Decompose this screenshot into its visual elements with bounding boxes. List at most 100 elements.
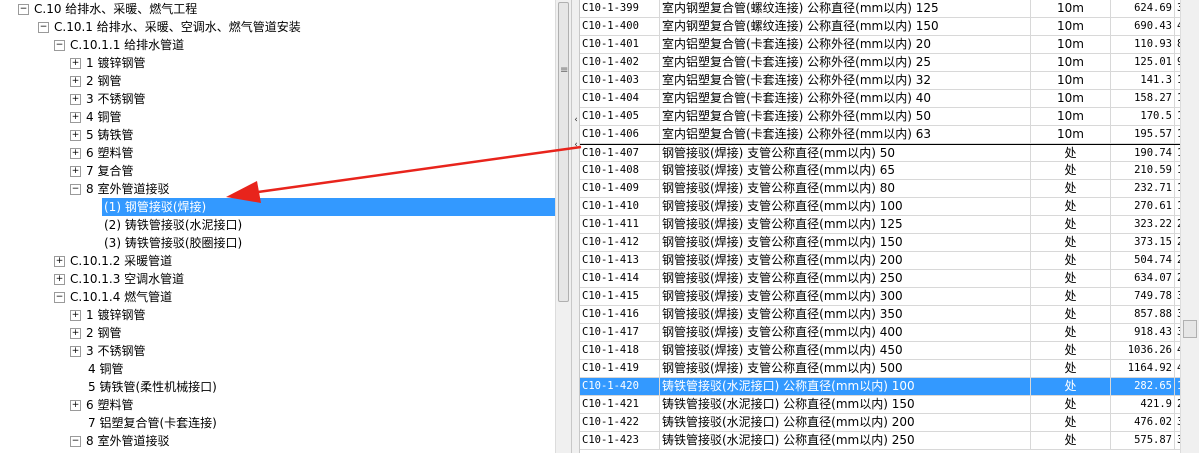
table-row[interactable]: C10-1-399 室内钢塑复合管(螺纹连接) 公称直径(mm以内) 125 10m… bbox=[580, 0, 1180, 18]
item-name-cell: 铸铁管接驳(水泥接口) 公称直径(mm以内) 150 bbox=[660, 396, 1031, 413]
quota-code-cell: C10-1-422 bbox=[580, 414, 660, 431]
price-cell: 210.59 bbox=[1111, 162, 1175, 179]
collapse-toggle-icon[interactable]: − bbox=[38, 22, 49, 33]
table-row[interactable]: C10-1-422 铸铁管接驳(水泥接口) 公称直径(mm以内) 200 处 476.… bbox=[580, 414, 1180, 432]
tree-node-c10-1-1[interactable]: − C.10.1.1 给排水管道 bbox=[0, 36, 555, 54]
tree-scrollbar[interactable]: ≡ bbox=[555, 0, 571, 453]
expand-toggle-icon[interactable]: + bbox=[70, 400, 81, 411]
tree-node-cast-iron-pipe[interactable]: +5 铸铁管 bbox=[0, 126, 555, 144]
tree-node-c10-1-4[interactable]: − C.10.1.4 燃气管道 bbox=[0, 288, 555, 306]
table-row[interactable]: C10-1-402 室内铝塑复合管(卡套连接) 公称外径(mm以内) 25 10m 1… bbox=[580, 54, 1180, 72]
collapse-toggle-icon[interactable]: − bbox=[54, 40, 65, 51]
unit-cell: 处 bbox=[1031, 162, 1111, 179]
table-row[interactable]: C10-1-408 钢管接驳(焊接) 支管公称直径(mm以内) 65 处 210.59… bbox=[580, 162, 1180, 180]
table-row[interactable]: C10-1-420 铸铁管接驳(水泥接口) 公称直径(mm以内) 100 处 282.… bbox=[580, 378, 1180, 396]
price-cell: 1036.26 bbox=[1111, 342, 1175, 359]
table-row[interactable]: C10-1-421 铸铁管接驳(水泥接口) 公称直径(mm以内) 150 处 421.… bbox=[580, 396, 1180, 414]
table-row[interactable]: C10-1-400 室内钢塑复合管(螺纹连接) 公称直径(mm以内) 150 10m… bbox=[580, 18, 1180, 36]
quota-items-grid[interactable]: C10-1-399 室内钢塑复合管(螺纹连接) 公称直径(mm以内) 125 10m… bbox=[580, 0, 1180, 453]
expand-toggle-icon[interactable]: + bbox=[70, 166, 81, 177]
quota-code-cell: C10-1-407 bbox=[580, 145, 660, 162]
chevron-left-icon[interactable]: ‹ bbox=[572, 140, 580, 150]
table-row[interactable]: C10-1-415 钢管接驳(焊接) 支管公称直径(mm以内) 300 处 749.7… bbox=[580, 288, 1180, 306]
expand-toggle-icon[interactable]: + bbox=[70, 58, 81, 69]
tree-node-gas-galvanized[interactable]: +1 镀锌钢管 bbox=[0, 306, 555, 324]
table-row[interactable]: C10-1-423 铸铁管接驳(水泥接口) 公称直径(mm以内) 250 处 575.… bbox=[580, 432, 1180, 450]
table-row[interactable]: C10-1-412 钢管接驳(焊接) 支管公称直径(mm以内) 150 处 373.1… bbox=[580, 234, 1180, 252]
tree-node-plastic-pipe[interactable]: +6 塑料管 bbox=[0, 144, 555, 162]
unit-cell: 10m bbox=[1031, 18, 1111, 35]
tree-node-steel-welded[interactable]: (1) 钢管接驳(焊接) bbox=[0, 198, 555, 216]
tree-node-copper-pipe[interactable]: +4 铜管 bbox=[0, 108, 555, 126]
table-row[interactable]: C10-1-419 钢管接驳(焊接) 支管公称直径(mm以内) 500 处 1164.… bbox=[580, 360, 1180, 378]
tree-node-gas-al-plastic[interactable]: 7 铝塑复合管(卡套连接) bbox=[0, 414, 555, 432]
tree-node-c10[interactable]: − C.10 给排水、采暖、燃气工程 bbox=[0, 0, 555, 18]
table-row[interactable]: C10-1-409 钢管接驳(焊接) 支管公称直径(mm以内) 80 处 232.71… bbox=[580, 180, 1180, 198]
price-cell: 918.43 bbox=[1111, 324, 1175, 341]
expand-toggle-icon[interactable]: + bbox=[70, 76, 81, 87]
tree-node-gas-plastic[interactable]: +6 塑料管 bbox=[0, 396, 555, 414]
table-row[interactable]: C10-1-406 室内铝塑复合管(卡套连接) 公称外径(mm以内) 63 10m 1… bbox=[580, 126, 1180, 144]
tree-node-gas-steel[interactable]: +2 钢管 bbox=[0, 324, 555, 342]
tree-node-c10-1-3[interactable]: + C.10.1.3 空调水管道 bbox=[0, 270, 555, 288]
tree-scrollbar-thumb[interactable]: ≡ bbox=[558, 2, 569, 302]
item-name-cell: 钢管接驳(焊接) 支管公称直径(mm以内) 450 bbox=[660, 342, 1031, 359]
collapse-toggle-icon[interactable]: − bbox=[70, 184, 81, 195]
expand-toggle-icon[interactable]: + bbox=[70, 112, 81, 123]
collapse-toggle-icon[interactable]: − bbox=[70, 436, 81, 447]
item-name-cell: 钢管接驳(焊接) 支管公称直径(mm以内) 150 bbox=[660, 234, 1031, 251]
expand-toggle-icon[interactable]: + bbox=[70, 346, 81, 357]
expand-toggle-icon[interactable]: + bbox=[54, 256, 65, 267]
quota-code-cell: C10-1-412 bbox=[580, 234, 660, 251]
tree-node-composite-pipe[interactable]: +7 复合管 bbox=[0, 162, 555, 180]
quota-code-cell: C10-1-406 bbox=[580, 126, 660, 143]
expand-toggle-icon[interactable]: + bbox=[70, 148, 81, 159]
tree-node-label: 8 室外管道接驳 bbox=[86, 182, 170, 196]
collapse-toggle-icon[interactable]: − bbox=[54, 292, 65, 303]
collapse-toggle-icon[interactable]: − bbox=[18, 4, 29, 15]
chevron-left-icon[interactable]: ‹ bbox=[572, 115, 580, 125]
tree-node-c10-1-2[interactable]: + C.10.1.2 采暖管道 bbox=[0, 252, 555, 270]
table-row[interactable]: C10-1-414 钢管接驳(焊接) 支管公称直径(mm以内) 250 处 634.0… bbox=[580, 270, 1180, 288]
expand-toggle-icon[interactable]: + bbox=[54, 274, 65, 285]
table-row[interactable]: C10-1-405 室内铝塑复合管(卡套连接) 公称外径(mm以内) 50 10m 1… bbox=[580, 108, 1180, 126]
table-row[interactable]: C10-1-418 钢管接驳(焊接) 支管公称直径(mm以内) 450 处 1036.… bbox=[580, 342, 1180, 360]
tree-node-gas-stainless[interactable]: +3 不锈钢管 bbox=[0, 342, 555, 360]
table-row[interactable]: C10-1-413 钢管接驳(焊接) 支管公称直径(mm以内) 200 处 504.7… bbox=[580, 252, 1180, 270]
tree-node-cast-iron-rubber[interactable]: (3) 铸铁管接驳(胶圈接口) bbox=[0, 234, 555, 252]
expand-toggle-icon[interactable]: + bbox=[70, 328, 81, 339]
table-row[interactable]: C10-1-407 钢管接驳(焊接) 支管公称直径(mm以内) 50 处 190.74… bbox=[580, 144, 1180, 162]
tree-node-stainless-steel-pipe[interactable]: +3 不锈钢管 bbox=[0, 90, 555, 108]
grid-scrollbar[interactable] bbox=[1180, 0, 1199, 453]
table-row[interactable]: C10-1-416 钢管接驳(焊接) 支管公称直径(mm以内) 350 处 857.8… bbox=[580, 306, 1180, 324]
quota-code-cell: C10-1-399 bbox=[580, 0, 660, 17]
tree-node-gas-cast-iron[interactable]: 5 铸铁管(柔性机械接口) bbox=[0, 378, 555, 396]
expand-toggle-icon[interactable]: + bbox=[70, 310, 81, 321]
grid-scrollbar-thumb[interactable] bbox=[1183, 320, 1197, 338]
table-row[interactable]: C10-1-404 室内铝塑复合管(卡套连接) 公称外径(mm以内) 40 10m 1… bbox=[580, 90, 1180, 108]
tree-node-cast-iron-cement[interactable]: (2) 铸铁管接驳(水泥接口) bbox=[0, 216, 555, 234]
tree-node-c10-1[interactable]: − C.10.1 给排水、采暖、空调水、燃气管道安装 bbox=[0, 18, 555, 36]
panel-splitter[interactable]: ‹ ‹ bbox=[571, 0, 580, 453]
unit-cell: 10m bbox=[1031, 36, 1111, 53]
table-row[interactable]: C10-1-403 室内铝塑复合管(卡套连接) 公称外径(mm以内) 32 10m 1… bbox=[580, 72, 1180, 90]
tree-node-label: 1 镀锌钢管 bbox=[86, 308, 146, 322]
item-name-cell: 钢管接驳(焊接) 支管公称直径(mm以内) 300 bbox=[660, 288, 1031, 305]
tree-node-gas-outdoor[interactable]: −8 室外管道接驳 bbox=[0, 432, 555, 450]
table-row[interactable]: C10-1-411 钢管接驳(焊接) 支管公称直径(mm以内) 125 处 323.2… bbox=[580, 216, 1180, 234]
price-cell: 110.93 bbox=[1111, 36, 1175, 53]
price-cell: 634.07 bbox=[1111, 270, 1175, 287]
tree-node-gas-copper[interactable]: 4 铜管 bbox=[0, 360, 555, 378]
tree-node-steel-pipe[interactable]: +2 钢管 bbox=[0, 72, 555, 90]
category-tree[interactable]: − C.10 给排水、采暖、燃气工程 − C.10.1 给排水、采暖、空调水、燃气管道… bbox=[0, 0, 555, 453]
table-row[interactable]: C10-1-401 室内铝塑复合管(卡套连接) 公称外径(mm以内) 20 10m 1… bbox=[580, 36, 1180, 54]
item-name-cell: 室内钢塑复合管(螺纹连接) 公称直径(mm以内) 150 bbox=[660, 18, 1031, 35]
table-row[interactable]: C10-1-410 钢管接驳(焊接) 支管公称直径(mm以内) 100 处 270.6… bbox=[580, 198, 1180, 216]
expand-toggle-icon[interactable]: + bbox=[70, 94, 81, 105]
quota-code-cell: C10-1-416 bbox=[580, 306, 660, 323]
tree-node-outdoor-connection[interactable]: −8 室外管道接驳 bbox=[0, 180, 555, 198]
table-row[interactable]: C10-1-417 钢管接驳(焊接) 支管公称直径(mm以内) 400 处 918.4… bbox=[580, 324, 1180, 342]
tree-node-label: 8 室外管道接驳 bbox=[86, 434, 170, 448]
expand-toggle-icon[interactable]: + bbox=[70, 130, 81, 141]
tree-node-galvanized-steel-pipe[interactable]: +1 镀锌钢管 bbox=[0, 54, 555, 72]
